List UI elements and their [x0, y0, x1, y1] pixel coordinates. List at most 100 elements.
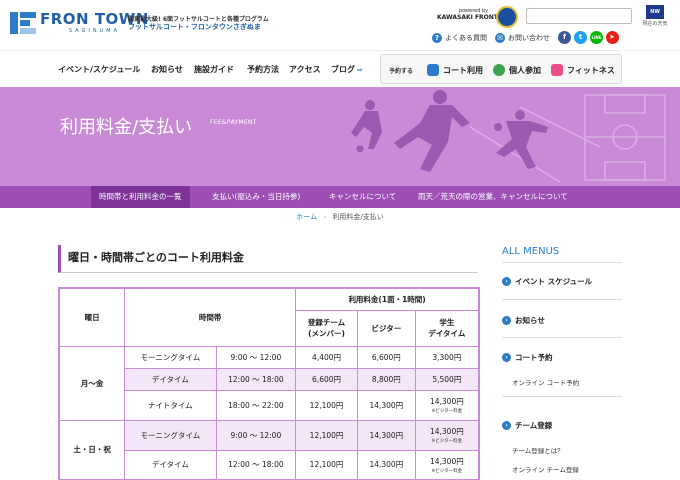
day-cell: 土・日・祝 — [58, 419, 126, 480]
student-fee: 14,300円 — [429, 427, 464, 436]
weather-widget[interactable]: NW 現在の天気 — [641, 5, 669, 43]
nav-item-access[interactable]: アクセス — [289, 64, 321, 75]
member-fee: 12,100円 — [295, 389, 358, 421]
sidebar-item-news[interactable]: › お知らせ — [502, 315, 622, 326]
nav-item-news[interactable]: お知らせ — [151, 64, 183, 75]
student-fee-cell: 14,300円 ※ビジター料金 — [414, 419, 480, 451]
hero-banner: 利用料金/支払い FEE&PAYMENT — [0, 87, 680, 186]
fitness-label: フィットネス — [567, 65, 615, 75]
breadcrumb-separator: › — [323, 213, 327, 221]
nav-item-label: お知らせ — [151, 65, 183, 74]
subnav-item-rain-cancel[interactable]: 雨天／荒天の際の営業、キャンセルについて — [410, 186, 576, 208]
reserve-box: 予約する コート利用 個人参加 フィットネス — [380, 54, 622, 84]
timeslot-name: モーニングタイム — [124, 345, 217, 369]
visitor-fee: 8,800円 — [356, 367, 416, 391]
table-row: 月〜金 モーニングタイム 9:00 〜 12:00 4,400円 6,600円 … — [58, 345, 480, 421]
subnav-item-fee-list[interactable]: 時間帯と利用料金の一覧 — [91, 186, 190, 208]
student-fee-cell: 14,300円 ※ビジター料金 — [414, 389, 480, 421]
faq-label: よくある質問 — [445, 33, 487, 42]
price-table: 曜日 時間帯 利用料金(1面・1時間) 登録チーム (メンバー) ビジター 学生… — [58, 287, 480, 480]
page-title: 利用料金/支払い — [60, 117, 193, 138]
soccer-ball-icon — [493, 64, 505, 76]
table-row: 土・日・祝 モーニングタイム 9:00 〜 12:00 12,100円 14,3… — [58, 419, 480, 480]
timeslot-time: 12:00 〜 18:00 — [215, 449, 297, 480]
timeslot-time: 9:00 〜 12:00 — [215, 419, 297, 451]
sidebar-divider — [502, 337, 622, 338]
nav-item-label: 施設ガイド — [194, 65, 234, 74]
question-icon: ? — [432, 32, 442, 43]
sidebar-item-team-register[interactable]: › チーム登録 — [502, 420, 622, 431]
header-timeslot: 時間帯 — [124, 287, 297, 347]
timeslot-name: デイタイム — [124, 449, 217, 480]
student-fee: 5,500円 — [414, 367, 480, 391]
sidebar-item-events[interactable]: › イベント スケジュール — [502, 276, 622, 287]
section-title: 曜日・時間帯ごとのコート利用料金 — [58, 245, 478, 273]
frontale-emblem-icon[interactable] — [496, 6, 518, 28]
utility-links: ? よくある質問 ✉ お問い合わせ f t LINE ▶ — [432, 31, 622, 44]
page-subtitle: FEE&PAYMENT — [210, 119, 257, 126]
header-day: 曜日 — [58, 287, 126, 347]
nav-item-label: 予約方法 — [247, 65, 279, 74]
header-member: 登録チーム (メンバー) — [295, 309, 358, 347]
fee-note: ※ビジター料金 — [431, 439, 463, 444]
chevron-right-icon: › — [502, 316, 511, 325]
sidebar-sublink-online-team[interactable]: オンライン チーム登録 — [512, 464, 579, 474]
contact-label: お問い合わせ — [508, 33, 550, 42]
member-fee: 6,600円 — [295, 367, 358, 391]
nav-item-label: ブログ — [331, 65, 355, 74]
fee-note: ※ビジター料金 — [431, 409, 463, 414]
faq-link[interactable]: ? よくある質問 — [432, 32, 487, 43]
member-fee: 4,400円 — [295, 345, 358, 369]
member-fee: 12,100円 — [295, 449, 358, 480]
sidebar-heading: ALL MENUS — [502, 246, 622, 263]
sidebar-divider — [502, 396, 622, 397]
court-reserve-label: コート利用 — [443, 65, 483, 75]
student-fee: 14,300円 — [429, 397, 464, 406]
member-fee: 12,100円 — [295, 419, 358, 451]
sidebar-divider — [502, 299, 622, 300]
visitor-fee: 14,300円 — [356, 449, 416, 480]
nav-item-events[interactable]: イベント/スケジュール — [58, 64, 140, 75]
logo-mark-icon — [10, 12, 36, 34]
search-input[interactable] — [526, 8, 632, 24]
timeslot-name: デイタイム — [124, 367, 217, 391]
day-cell: 月〜金 — [58, 345, 126, 421]
court-reserve-button[interactable]: コート利用 — [427, 64, 483, 76]
nav-item-reservation-method[interactable]: 予約方法 — [247, 64, 279, 75]
sidebar-sublink-team-about[interactable]: チーム登録とは？ — [512, 445, 564, 455]
chevron-right-icon: › — [502, 421, 511, 430]
fitness-button[interactable]: フィットネス — [551, 64, 615, 76]
timeslot-time: 18:00 〜 22:00 — [215, 389, 297, 421]
main-nav: イベント/スケジュール お知らせ 施設ガイド 予約方法 アクセス ブログ ⇨ 予約… — [0, 50, 680, 87]
external-link-icon: ⇨ — [357, 66, 363, 74]
sidebar-item-label: チーム登録 — [515, 421, 553, 430]
header-student: 学生 デイタイム — [414, 309, 480, 347]
tagline-line-2: フットサルコート・フロンタウンさぎぬま — [128, 23, 261, 32]
sidebar-item-label: イベント スケジュール — [515, 277, 593, 286]
header-visitor: ビジター — [356, 309, 416, 347]
sidebar-item-court-reserve[interactable]: › コート予約 — [502, 352, 622, 363]
twitter-icon[interactable]: t — [574, 31, 587, 44]
reserve-label: 予約する — [389, 68, 414, 75]
sidebar-sublink-online-court[interactable]: オンライン コート予約 — [512, 377, 579, 387]
student-fee: 3,300円 — [414, 345, 480, 369]
subnav-item-payment[interactable]: 支払い(振込み・当日持参) — [204, 186, 308, 208]
nav-item-label: イベント/スケジュール — [58, 65, 141, 74]
visitor-fee: 14,300円 — [356, 389, 416, 421]
nav-item-blog[interactable]: ブログ ⇨ — [331, 64, 363, 75]
facebook-icon[interactable]: f — [558, 31, 571, 44]
tagline: 関東最大級! 6面フットサルコートと各種プログラム フットサルコート・フロンタウ… — [128, 16, 269, 32]
chevron-right-icon: › — [502, 277, 511, 286]
nav-item-guide[interactable]: 施設ガイド — [194, 64, 234, 75]
youtube-icon[interactable]: ▶ — [606, 31, 619, 44]
subnav-item-cancel[interactable]: キャンセルについて — [321, 186, 404, 208]
breadcrumb-home[interactable]: ホーム — [296, 213, 317, 221]
mail-icon: ✉ — [495, 32, 505, 43]
sidebar-item-label: お知らせ — [515, 316, 545, 325]
sidebar-menu: ALL MENUS › イベント スケジュール › お知らせ › コート予約 オ… — [502, 246, 622, 474]
visitor-fee: 6,600円 — [356, 345, 416, 369]
contact-link[interactable]: ✉ お問い合わせ — [495, 32, 550, 43]
line-icon[interactable]: LINE — [590, 31, 603, 44]
individual-join-button[interactable]: 個人参加 — [493, 64, 541, 76]
header-fee-group: 利用料金(1面・1時間) — [295, 287, 480, 311]
